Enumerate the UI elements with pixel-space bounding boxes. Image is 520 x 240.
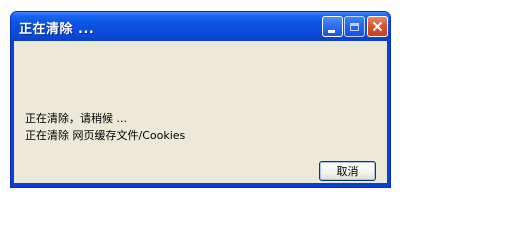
close-icon <box>372 21 383 32</box>
status-message-wait: 正在清除，请稍候 ... <box>25 112 127 125</box>
minimize-icon <box>327 29 335 33</box>
dialog-body: 正在清除，请稍候 ... 正在清除 网页缓存文件/Cookies 取消 <box>14 41 387 183</box>
progress-dialog-window: 正在清除 ... 正在清除，请稍候 ... 正在清除 网页缓存文件/Cookie… <box>10 11 391 188</box>
title-bar[interactable]: 正在清除 ... <box>11 12 390 41</box>
maximize-icon <box>350 22 359 31</box>
window-title: 正在清除 ... <box>19 22 95 37</box>
status-message-item: 正在清除 网页缓存文件/Cookies <box>25 129 186 142</box>
maximize-button <box>344 16 365 37</box>
cancel-button[interactable]: 取消 <box>319 161 376 181</box>
close-button[interactable] <box>367 16 388 37</box>
minimize-button[interactable] <box>322 16 343 37</box>
